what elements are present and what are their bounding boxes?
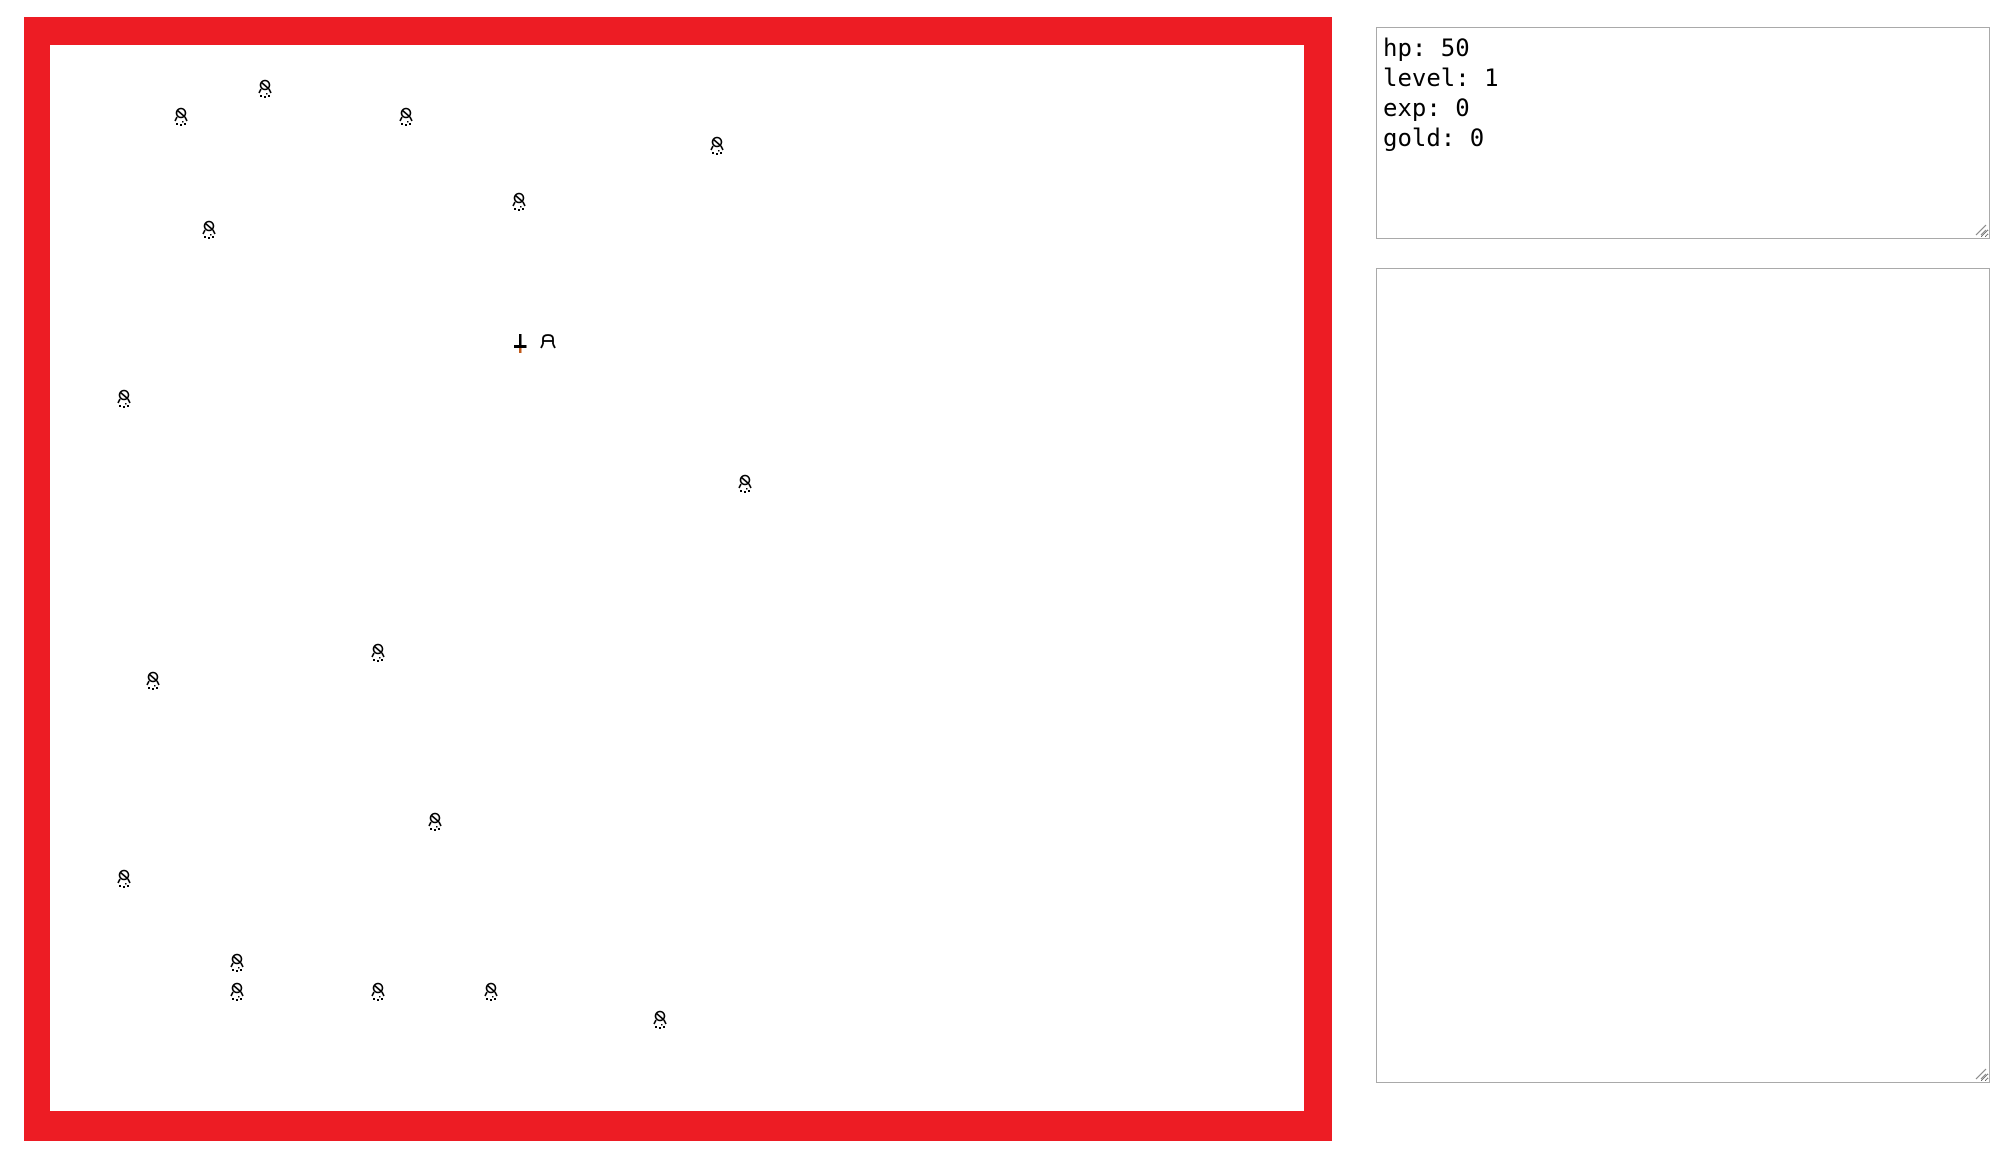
monster-sprite [114, 388, 136, 410]
monster-sprite [650, 1009, 672, 1031]
monster-icon [371, 982, 385, 1001]
monster-icon [484, 982, 498, 1001]
monster-icon [399, 108, 414, 127]
monster-icon [709, 136, 724, 155]
monster-sprite [368, 981, 390, 1003]
monster-sprite [368, 642, 390, 664]
monster-icon [145, 672, 160, 691]
monster-sprite [227, 952, 249, 974]
hp-stat: hp: 50 [1383, 34, 1470, 62]
monster-sprite [707, 135, 729, 157]
monster-icon [738, 474, 752, 493]
monster-icon [258, 79, 273, 99]
message-log-textarea[interactable] [1376, 268, 1990, 1083]
game-field[interactable] [50, 45, 1304, 1111]
monster-icon [512, 192, 526, 211]
level-stat: level: 1 [1383, 64, 1499, 92]
exp-stat: exp: 0 [1383, 94, 1470, 122]
monster-icon [427, 813, 442, 832]
monster-icon [117, 390, 132, 409]
monster-sprite [171, 106, 193, 128]
monster-icon [230, 954, 244, 973]
sword-icon [514, 334, 527, 353]
monster-sprite [509, 191, 531, 213]
monster-sprite [255, 78, 277, 100]
monster-icon [117, 869, 132, 888]
monster-sprite [481, 981, 503, 1003]
monster-sprite [227, 981, 249, 1003]
player-sprite [509, 332, 531, 354]
monster-icon [202, 220, 216, 240]
hero-icon [540, 334, 557, 349]
monster-sprite [396, 106, 418, 128]
hero-sprite [537, 332, 559, 354]
game-border [24, 17, 1332, 1141]
resize-grip-icon[interactable] [1973, 1066, 1987, 1080]
stats-textarea[interactable]: hp: 50 level: 1 exp: 0 gold: 0 [1376, 27, 1990, 239]
monster-sprite [143, 670, 165, 692]
monster-sprite [114, 868, 136, 890]
monster-sprite [735, 473, 757, 495]
monster-sprite [425, 811, 447, 833]
monster-icon [174, 108, 188, 127]
resize-grip-icon[interactable] [1973, 222, 1987, 236]
monster-icon [230, 982, 244, 1001]
gold-stat: gold: 0 [1383, 124, 1485, 152]
monster-sprite [199, 219, 221, 241]
monster-icon [653, 1010, 667, 1029]
monster-icon [371, 643, 385, 663]
